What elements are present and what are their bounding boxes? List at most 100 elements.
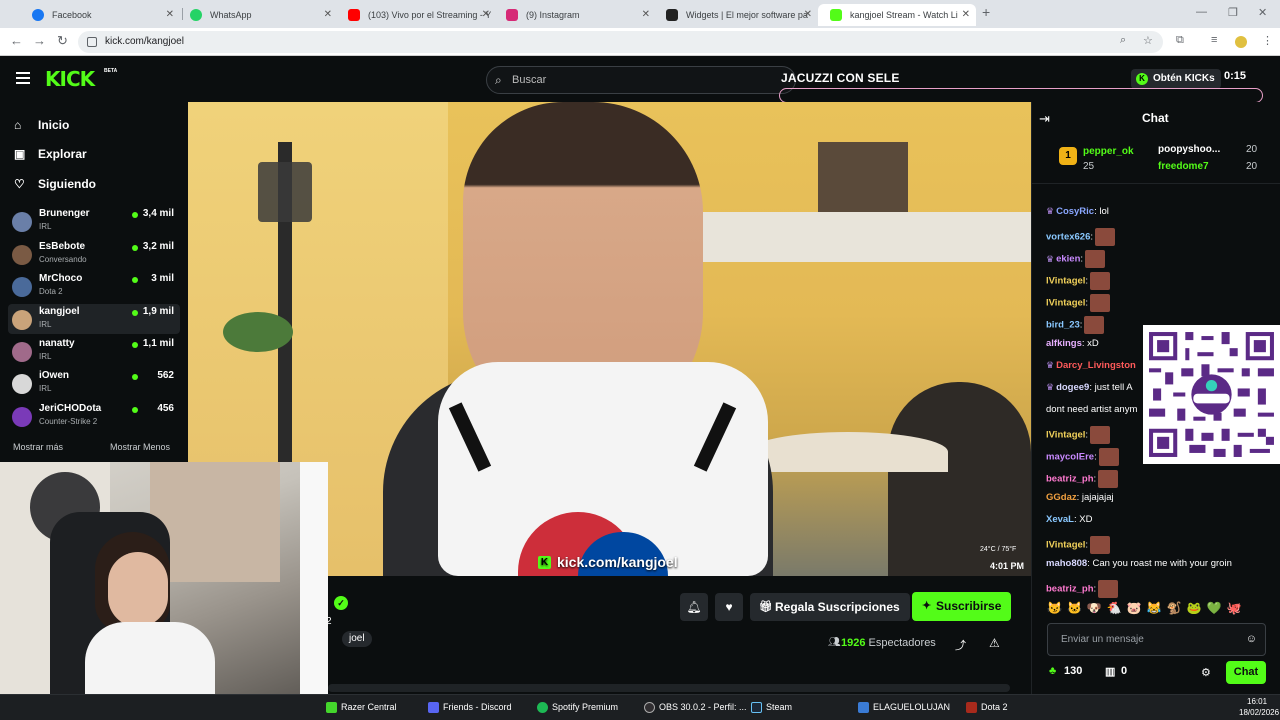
show-more-link[interactable]: Mostrar más (13, 442, 63, 452)
taskbar-item-razer[interactable]: Razer Central (326, 702, 397, 713)
search-input[interactable]: ⌕ Buscar (486, 66, 796, 94)
search-icon: ⌕ (495, 73, 502, 87)
chat-message-input[interactable]: Enviar un mensaje ☺ (1047, 623, 1266, 656)
maximize-icon[interactable]: ❐ (1228, 6, 1238, 19)
kick-logo[interactable]: KICK (45, 67, 95, 91)
close-icon[interactable]: ✕ (166, 4, 174, 26)
chat-username[interactable]: beatriz_ph (1046, 474, 1094, 485)
tab-kangjoel[interactable]: kangjoel Stream - Watch Li ✕ (818, 4, 976, 26)
taskbar-item-discord[interactable]: Friends - Discord (428, 702, 512, 713)
leader-name[interactable]: poopyshoo... (1158, 144, 1220, 155)
chat-username[interactable]: Darcy_Livingston (1056, 360, 1136, 371)
points-value: 130 (1064, 665, 1083, 677)
emoji-picker-icon[interactable]: ☺ (1246, 633, 1257, 645)
leader-name[interactable]: freedome7 (1158, 161, 1209, 172)
chat-username[interactable]: maho808 (1046, 558, 1087, 569)
tab-instagram[interactable]: (9) Instagram ✕ (494, 4, 656, 26)
emote-icon (1090, 294, 1111, 312)
url-text: kick.com/kangjoel (105, 36, 184, 47)
chat-username[interactable]: CosyRic (1056, 206, 1094, 217)
nav-inicio[interactable]: ⌂ Inicio (14, 115, 69, 135)
taskbar-item-dota2[interactable]: Dota 2 (966, 702, 1008, 713)
show-less-link[interactable]: Mostrar Menos (110, 442, 170, 452)
new-tab-button[interactable]: + (982, 4, 990, 20)
drops-counter[interactable]: ▥ 0 (1105, 665, 1127, 678)
channel-item-jerichodota[interactable]: JeriCHODota Counter-Strike 2 456 (8, 401, 180, 431)
channel-item-mrchoco[interactable]: MrChoco Dota 2 3 mil (8, 271, 180, 301)
minimize-icon[interactable]: — (1196, 6, 1207, 18)
leader-name[interactable]: pepper_ok (1083, 146, 1134, 157)
person-face (108, 552, 168, 627)
zoom-icon[interactable]: ⌕ (1120, 34, 1126, 47)
tab-youtube[interactable]: (103) Vivo por el Streaming - Y ✕ (336, 4, 496, 26)
channel-item-kangjoel[interactable]: kangjoel IRL 1,9 mil (8, 304, 180, 334)
close-icon[interactable]: ✕ (962, 4, 970, 26)
channel-points[interactable]: ♣ 130 (1049, 665, 1082, 677)
hamburger-menu-icon[interactable] (16, 72, 30, 84)
get-kicks-button[interactable]: K Obtén KICKs (1131, 69, 1221, 89)
chat-username[interactable]: lVintagel (1046, 430, 1085, 441)
nav-siguiendo[interactable]: ♡ Siguiendo (14, 174, 96, 194)
chat-username[interactable]: lVintagel (1046, 276, 1085, 287)
share-icon[interactable]: ⤴ (955, 637, 966, 653)
channel-item-esbebote[interactable]: EsBebote Conversando 3,2 mil (8, 239, 180, 269)
taskbar-item-elaguelolujan[interactable]: ELAGUELOLUJAN (858, 702, 950, 713)
live-dot-icon (132, 245, 138, 251)
person-shirt (85, 622, 215, 694)
bookmark-star-icon[interactable]: ☆ (1143, 34, 1153, 47)
chat-username[interactable]: lVintagel (1046, 540, 1085, 551)
chat-username[interactable]: ekien (1056, 254, 1080, 265)
chat-message: maho808: Can you roast me with your groi… (1046, 558, 1232, 569)
chat-username[interactable]: vortex626 (1046, 232, 1090, 243)
follow-heart-icon[interactable]: ♥ (715, 593, 743, 621)
chat-username[interactable]: bird_23 (1046, 320, 1080, 331)
live-dot-icon (132, 342, 138, 348)
media-icon[interactable]: ≡ (1211, 34, 1217, 46)
avatar (12, 407, 32, 427)
subscribe-button[interactable]: ✦ Suscribirse (912, 592, 1012, 621)
site-info-icon[interactable] (87, 37, 97, 47)
chat-username[interactable]: alfkings (1046, 338, 1082, 349)
nav-explorar[interactable]: ▣ Explorar (14, 144, 87, 164)
taskbar-item-steam[interactable]: Steam (751, 702, 792, 713)
taskbar-clock-date[interactable]: 18/02/2026 (1239, 708, 1279, 717)
taskbar-item-spotify[interactable]: Spotify Premium (537, 702, 618, 713)
quick-emote-row[interactable]: 😼🐱🐶🐔🐷😹🐒🐸💚🐙 (1047, 601, 1246, 615)
chat-username[interactable]: lVintagel (1046, 298, 1085, 309)
tab-whatsapp[interactable]: WhatsApp ✕ (178, 4, 338, 26)
collapse-chat-icon[interactable]: ⇥ (1039, 111, 1050, 127)
taskbar-clock-time[interactable]: 16:01 (1247, 697, 1267, 706)
forward-icon[interactable]: → (33, 33, 46, 48)
notification-bell-icon[interactable]: 🔔︎ (680, 593, 708, 621)
chat-username[interactable]: XevaL (1046, 514, 1074, 525)
gift-subs-button[interactable]: 🎁︎ Regala Suscripciones (750, 593, 910, 621)
tab-facebook[interactable]: Facebook ✕ (20, 4, 180, 26)
stream-tag[interactable]: joel (342, 631, 372, 647)
close-icon[interactable]: ✕ (804, 4, 812, 26)
reload-icon[interactable]: ↻ (57, 33, 68, 49)
channel-viewers: 3,2 mil (142, 241, 174, 252)
close-window-icon[interactable]: ✕ (1258, 6, 1267, 19)
avatar (12, 245, 32, 265)
chat-username[interactable]: maycolEre (1046, 452, 1094, 463)
chat-username[interactable]: dogee9 (1056, 382, 1089, 393)
close-icon[interactable]: ✕ (642, 4, 650, 26)
url-input[interactable]: kick.com/kangjoel (78, 31, 1163, 53)
chat-settings-gear-icon[interactable]: ⚙ (1201, 666, 1211, 679)
close-icon[interactable]: ✕ (324, 4, 332, 26)
chat-send-button[interactable]: Chat (1226, 661, 1266, 684)
channel-item-iowen[interactable]: iOwen IRL 562 (8, 368, 180, 398)
extensions-icon[interactable]: ⧉ (1176, 34, 1184, 47)
back-icon[interactable]: ← (10, 33, 23, 48)
chat-username[interactable]: beatriz_ph (1046, 584, 1094, 595)
channel-item-nanatty[interactable]: nanatty IRL 1,1 mil (8, 336, 180, 366)
channel-item-brunenger[interactable]: Brunenger IRL 3,4 mil (8, 206, 180, 236)
taskbar-item-obs[interactable]: OBS 30.0.2 - Perfil: ... (644, 702, 747, 713)
menu-dots-icon[interactable]: ⋮ (1262, 34, 1273, 47)
profile-avatar[interactable] (1235, 36, 1247, 48)
report-warning-icon[interactable]: ⚠ (989, 636, 1000, 650)
close-icon[interactable]: ✕ (482, 4, 490, 26)
chat-username[interactable]: GGdaz (1046, 492, 1077, 503)
tab-widgets[interactable]: Widgets | El mejor software pa ✕ (654, 4, 818, 26)
chat-message: beatriz_ph: (1046, 470, 1119, 488)
